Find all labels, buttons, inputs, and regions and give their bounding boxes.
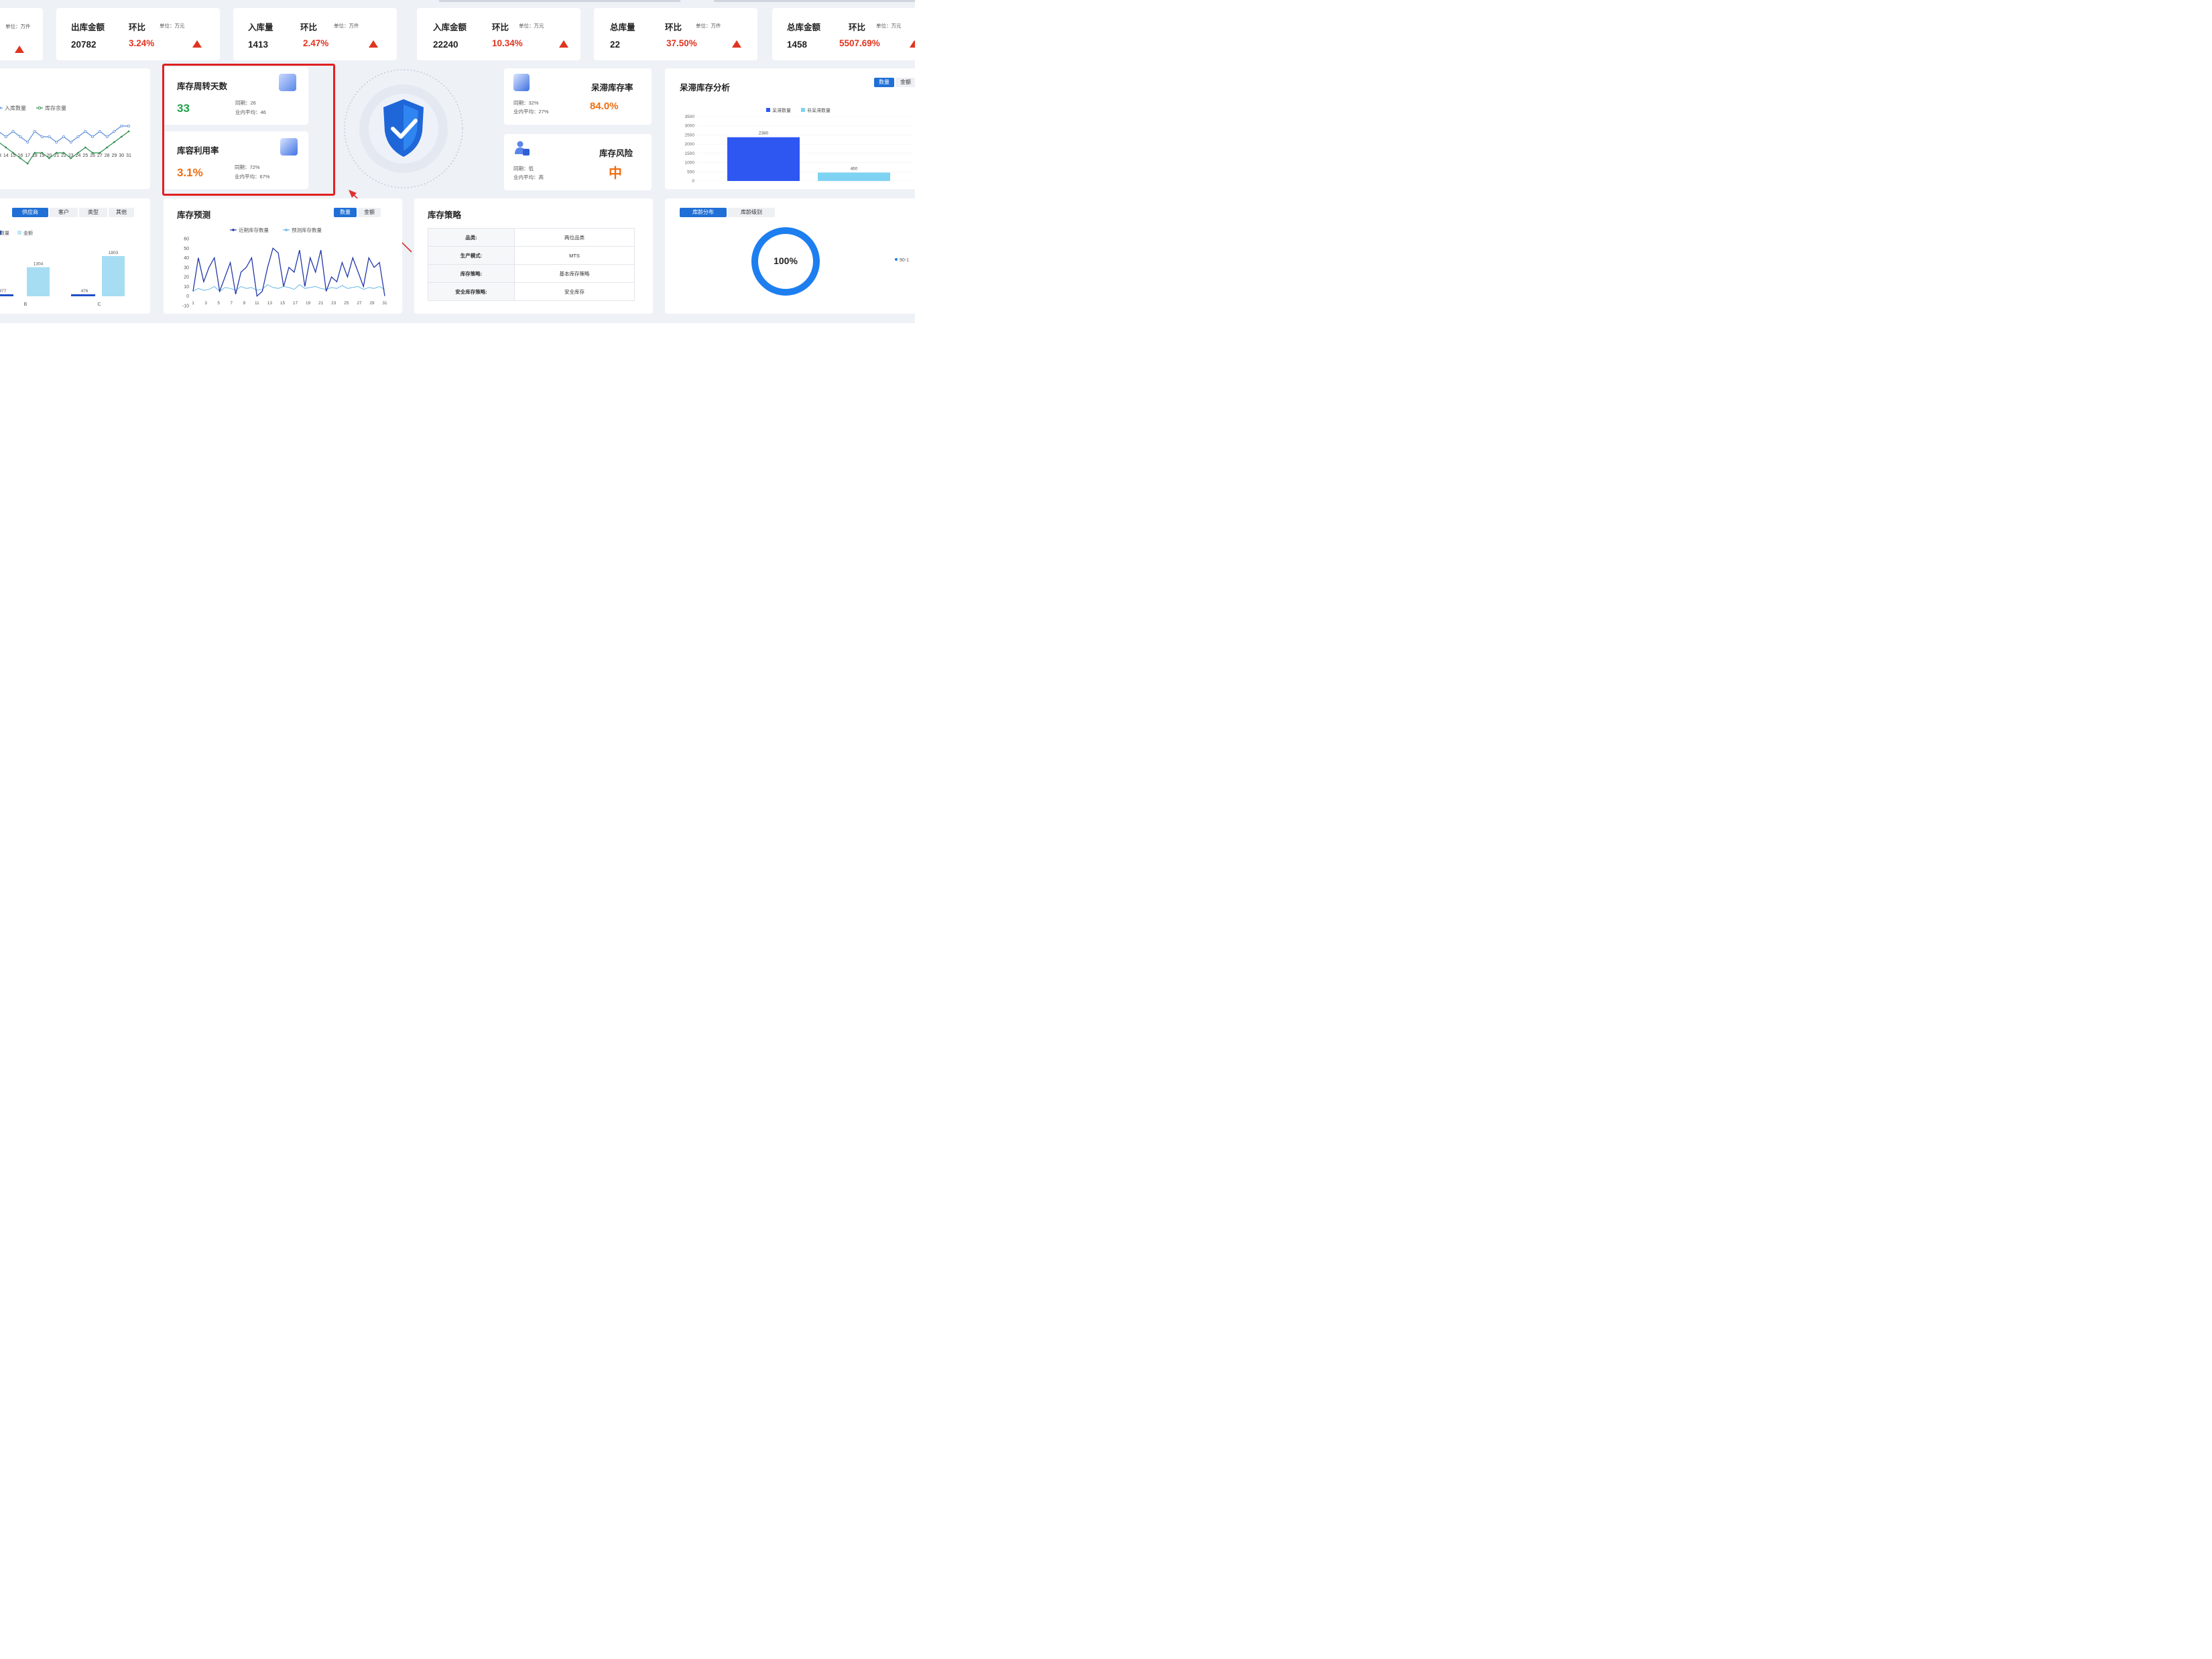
legend-label-amount: 金额: [23, 230, 33, 236]
strategy-key: 生产模式:: [428, 246, 515, 265]
y-tick-label: 0: [186, 294, 189, 299]
y-tick-label: 0: [692, 179, 694, 184]
legend-label-qty: 数量: [0, 230, 9, 236]
y-tick-label: 20: [184, 275, 189, 280]
bar-non-stagnant: [818, 172, 890, 181]
legend-dot: [895, 258, 898, 261]
x-tick-label: 19: [306, 301, 311, 306]
y-tick-label: 10: [184, 285, 189, 290]
y-tick-label: 40: [184, 256, 189, 261]
dashboard: 单位：万件 出库金额 环比 单位：万元 20782 3.24% 入库量 环比 单…: [0, 0, 915, 323]
strategy-title: 库存策略: [428, 210, 462, 220]
bar-stagnant: [727, 137, 800, 181]
supplier-chart: 数量 金额 477 1304 B 476 1803 C: [0, 230, 125, 307]
legend-dot-actual: [232, 229, 235, 231]
legend-mark-stagnant: [766, 108, 770, 112]
strategy-value: 两位品类: [514, 228, 635, 247]
legend-label-stagnant: 呆滞数量: [772, 107, 791, 113]
x-tick-label: 17: [293, 301, 298, 306]
strategy-key: 品类:: [428, 228, 515, 247]
strategy-value: 基本库存策略: [514, 264, 635, 283]
x-tick-label: 25: [344, 301, 349, 306]
chart-doc-icon: [513, 74, 530, 91]
table-row: 生产模式: MTS: [428, 246, 635, 265]
strategy-value: MTS: [514, 246, 635, 265]
risk-value: 中: [609, 166, 622, 181]
bar-value-label: 477: [0, 289, 7, 294]
legend-dot-forecast: [285, 229, 288, 231]
risk-industry: 业内平均：高: [513, 174, 544, 180]
y-tick-label: 2000: [685, 142, 695, 147]
y-tick-label: 30: [184, 265, 189, 270]
strategy-key: 库存策略:: [428, 264, 515, 283]
age-distribution-card: 库龄分布 库龄级别 100% 90-1: [665, 198, 915, 314]
y-tick-label: 3500: [685, 115, 695, 119]
stagnant-analysis-card: 呆滞库存分析 数量 金额 呆滞数量 非呆滞数量 3500 3000 2500 2000…: [665, 68, 915, 189]
risk-yoy: 同期：低: [513, 166, 534, 172]
donut-center-label: 100%: [774, 255, 798, 266]
x-tick-label: 27: [357, 301, 362, 306]
y-tick-label: 1000: [685, 161, 695, 166]
legend-label: 90-1: [900, 258, 909, 263]
bar-value-label: 1803: [109, 251, 119, 255]
bar-value-label: 476: [81, 289, 88, 294]
strategy-key: 安全库存策略:: [428, 282, 515, 301]
stagnant-rate-yoy: 同期：32%: [513, 100, 539, 106]
y-tick-label: 50: [184, 247, 189, 251]
bar-quantity: [71, 294, 95, 296]
y-tick-label: 60: [184, 237, 189, 242]
series-line-actual: [192, 247, 385, 297]
bar-value-label: 460: [851, 166, 858, 171]
forecast-card: 库存预测 数量 金额 近期库存数量 预测库存数量 60 50 40 30 20 10 0 -1…: [164, 198, 402, 314]
supplier-chart-card: 供应商 客户 类型 其他 数量 金额 477 1304 B 476 1803 C: [0, 198, 150, 314]
x-tick-label: 11: [255, 301, 259, 306]
strategy-value: 安全库存: [514, 282, 635, 301]
y-tick-label: 1500: [685, 151, 695, 156]
bar-amount: [102, 256, 125, 296]
x-tick-label: 7: [230, 301, 233, 306]
bar-quantity: [0, 294, 13, 296]
stagnant-rate-title: 呆滞库存率: [591, 83, 633, 93]
table-row: 品类: 两位品类: [428, 228, 635, 247]
x-tick-label: 23: [331, 301, 336, 306]
x-tick-label: 29: [369, 301, 375, 306]
x-tick-label: 9: [243, 301, 245, 306]
legend-mark-nonstagnant: [801, 108, 805, 112]
y-tick-label: 500: [687, 170, 694, 174]
bar-amount: [27, 267, 50, 296]
x-tick-label: C: [97, 302, 101, 307]
age-donut-chart: 100% 90-1: [751, 227, 909, 296]
x-tick-label: 31: [382, 301, 387, 306]
x-tick-label: 5: [217, 301, 220, 306]
board-bottom: [0, 315, 915, 323]
x-tick-label: B: [24, 302, 27, 307]
x-tick-label: 13: [267, 301, 273, 306]
y-tick-label: -10: [182, 304, 189, 309]
bar-value-label: 1304: [34, 262, 44, 267]
table-row: 库存策略: 基本库存策略: [428, 264, 635, 283]
legend-label-actual: 近期库存数量: [239, 227, 269, 233]
stagnant-rate-value: 84.0%: [590, 101, 619, 112]
legend-mark-amount: [17, 231, 21, 235]
stagnant-rate-card: 呆滞库存率 84.0% 同期：32% 业内平均：27%: [504, 68, 652, 125]
x-tick-label: 15: [280, 301, 286, 306]
legend-label-forecast: 预测库存数量: [292, 227, 322, 233]
y-tick-label: 3000: [685, 124, 695, 129]
x-tick-label: 3: [204, 301, 207, 306]
stagnant-analysis-chart: 呆滞数量 非呆滞数量 3500 3000 2500 2000 1500 1000 500 0 2…: [685, 107, 913, 184]
table-row: 安全库存策略: 安全库存: [428, 282, 635, 301]
legend-label-nonstagnant: 非呆滞数量: [807, 107, 831, 113]
forecast-chart: 近期库存数量 预测库存数量 6050403020100-101 3 5 7 9 11 13 1…: [182, 227, 387, 309]
risk-title: 库存风险: [599, 149, 633, 158]
y-tick-label: 2500: [685, 133, 695, 137]
strategy-table: 品类: 两位品类 生产模式: MTS 库存策略: 基本库存策略 安全库存策略: 安全库存: [428, 228, 635, 301]
strategy-card: 库存策略 品类: 两位品类 生产模式: MTS 库存策略: 基本库存策略 安全库存策略…: [414, 198, 653, 314]
risk-card: 库存风险 中 同期：低 业内平均：高: [504, 134, 652, 190]
stagnant-rate-industry: 业内平均：27%: [513, 109, 549, 115]
x-tick-label: 21: [318, 301, 324, 306]
user-icon: [513, 139, 531, 157]
bar-value-label: 2380: [759, 131, 769, 136]
x-tick-label: 1: [192, 301, 194, 306]
